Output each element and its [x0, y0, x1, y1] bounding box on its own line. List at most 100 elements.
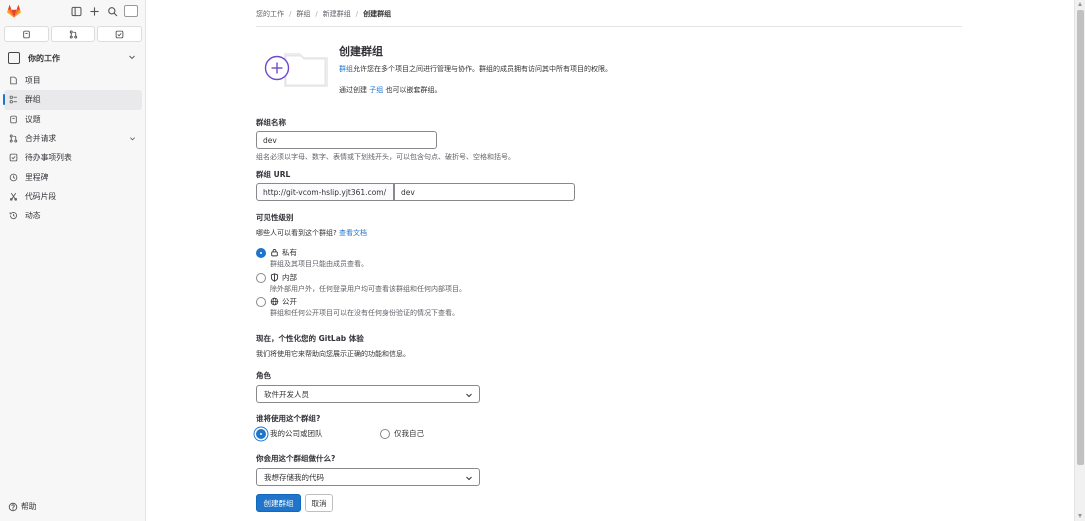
search-icon[interactable]: [107, 6, 118, 17]
sidebar-nav: 项目 群组 议题 合并请求 待办事项列表 里程碑 代码片段 动态: [3, 71, 142, 225]
sidebar: 你的工作 项目 群组 议题 合并请求 待办事项列表 里程碑 代码片段 动态 帮助: [0, 0, 146, 521]
todo-icon: [115, 30, 124, 38]
breadcrumb-item[interactable]: 新建群组: [323, 10, 351, 18]
group-name-input[interactable]: dev: [256, 131, 437, 149]
chevron-down-icon: [130, 137, 135, 141]
todos-counter-button[interactable]: [97, 26, 143, 42]
sidebar-item-activity[interactable]: 动态: [4, 206, 142, 225]
scroll-down-arrow-icon[interactable]: [1078, 514, 1082, 518]
visibility-label: 可见性级别: [256, 213, 294, 222]
breadcrumb-item[interactable]: 群组: [296, 10, 310, 18]
help-button[interactable]: 帮助: [8, 501, 37, 512]
group-icon: [9, 96, 17, 104]
issues-counter-button[interactable]: [4, 26, 49, 42]
sidebar-toggle-icon[interactable]: [71, 6, 82, 17]
scroll-up-arrow-icon[interactable]: [1078, 2, 1082, 6]
visibility-doc-link[interactable]: 查看文档: [339, 229, 367, 237]
who-company-label: 我的公司或团队: [270, 429, 323, 438]
help-icon: [8, 502, 18, 511]
sidebar-item-label: 动态: [25, 211, 41, 221]
context-title: 你的工作: [28, 53, 60, 63]
merge-request-icon: [9, 134, 18, 143]
visibility-private-label: 私有: [282, 248, 297, 257]
purpose-label: 你会用这个群组做什么?: [256, 454, 336, 463]
sidebar-item-label: 代码片段: [25, 191, 57, 201]
personalize-title: 现在，个性化您的 GitLab 体验: [256, 334, 364, 343]
visibility-private-option[interactable]: 私有: [256, 247, 297, 258]
group-illustration-icon: [264, 53, 328, 87]
breadcrumb-item[interactable]: 您的工作: [256, 10, 284, 18]
help-label: 帮助: [21, 502, 37, 511]
group-url-label: 群组 URL: [256, 170, 291, 179]
hint-suffix: 也可以嵌套群组。: [385, 86, 442, 94]
page-title: 创建群组: [339, 45, 383, 58]
visibility-private-desc: 群组及其项目只能由成员查看。: [270, 260, 368, 268]
group-url-prefix: http://git-vcom-hslip.yjt361.com/: [256, 183, 394, 201]
visibility-public-label: 公开: [282, 297, 297, 306]
merge-requests-counter-button[interactable]: [50, 26, 96, 42]
todo-icon: [9, 154, 18, 162]
group-path-input[interactable]: dev: [394, 183, 575, 201]
create-group-button[interactable]: 创建群组: [256, 494, 301, 512]
context-switcher[interactable]: 你的工作: [4, 49, 142, 67]
issues-icon: [10, 115, 17, 124]
page-description: 群组允许您在多个项目之间进行管理与协作。群组的成员拥有访问其中所有项目的权限。: [339, 64, 612, 74]
visibility-internal-label: 内部: [282, 273, 297, 282]
sidebar-item-label: 合并请求: [25, 134, 57, 144]
personalize-desc: 我们将使用它来帮助向您展示正确的功能和信息。: [256, 350, 410, 358]
who-company-radio[interactable]: [256, 428, 266, 439]
sidebar-counters: [4, 26, 143, 42]
purpose-select[interactable]: 我想存储我的代码: [256, 468, 480, 486]
who-just-me-radio[interactable]: [380, 428, 390, 439]
sidebar-item-milestones[interactable]: 里程碑: [4, 167, 142, 186]
role-select-value: 软件开发人员: [264, 389, 309, 399]
sidebar-topbar: [0, 0, 146, 24]
subgroup-hint: 通过创建 子组 也可以嵌套群组。: [339, 85, 441, 95]
globe-icon: [270, 297, 279, 306]
sidebar-item-todos[interactable]: 待办事项列表: [4, 148, 142, 167]
group-name-label: 群组名称: [256, 118, 286, 127]
sidebar-item-label: 待办事项列表: [25, 153, 72, 163]
merge-request-icon: [69, 30, 77, 38]
description-text: 允许您在多个项目之间进行管理与协作。群组的成员拥有访问其中所有项目的权限。: [353, 65, 612, 73]
sidebar-item-label: 里程碑: [25, 172, 49, 182]
groups-doc-link[interactable]: 群组: [339, 65, 353, 73]
chevron-down-icon: [129, 55, 135, 60]
visibility-internal-radio[interactable]: [256, 272, 266, 283]
visibility-public-option[interactable]: 公开: [256, 296, 297, 307]
sidebar-item-snippets[interactable]: 代码片段: [4, 187, 142, 206]
gitlab-logo-icon[interactable]: [7, 5, 21, 18]
activity-icon: [9, 212, 18, 220]
hint-prefix: 通过创建: [339, 86, 367, 94]
who-company-option[interactable]: 我的公司或团队: [256, 428, 323, 439]
sidebar-item-merge-requests[interactable]: 合并请求: [4, 129, 142, 148]
milestone-icon: [9, 173, 18, 181]
visibility-public-radio[interactable]: [256, 296, 266, 307]
group-name-help: 组名必须以字母、数字、表情或下划线开头，可以包含句点、破折号、空格和括号。: [256, 153, 515, 161]
issues-icon: [23, 30, 30, 38]
sidebar-item-label: 议题: [25, 114, 41, 124]
visibility-private-radio[interactable]: [256, 247, 266, 258]
context-badge-icon: [8, 52, 20, 64]
visibility-question-row: 哪些人可以看到这个群组? 查看文档: [256, 228, 367, 238]
who-label: 谁将使用这个群组?: [256, 414, 321, 423]
scrollbar-thumb[interactable]: [1077, 10, 1084, 465]
page-scrollbar[interactable]: [1074, 0, 1085, 521]
sidebar-item-groups[interactable]: 群组: [3, 90, 142, 110]
cancel-button[interactable]: 取消: [305, 494, 333, 512]
who-just-me-option[interactable]: 仅我自己: [380, 428, 424, 439]
project-icon: [10, 76, 17, 85]
chevron-down-icon: [466, 393, 472, 398]
visibility-internal-desc: 除外部用户外，任何登录用户均可查看该群组和任何内部项目。: [270, 285, 466, 293]
subgroups-doc-link[interactable]: 子组: [369, 86, 383, 94]
breadcrumb-current[interactable]: 创建群组: [363, 10, 391, 18]
sidebar-item-issues[interactable]: 议题: [4, 110, 142, 129]
plus-icon[interactable]: [89, 6, 100, 17]
user-avatar[interactable]: [124, 5, 138, 17]
role-select[interactable]: 软件开发人员: [256, 385, 480, 403]
sidebar-item-label: 群组: [25, 95, 41, 105]
sidebar-item-projects[interactable]: 项目: [4, 71, 142, 90]
visibility-internal-option[interactable]: 内部: [256, 272, 297, 283]
chevron-down-icon: [466, 476, 472, 481]
lock-icon: [271, 249, 278, 257]
